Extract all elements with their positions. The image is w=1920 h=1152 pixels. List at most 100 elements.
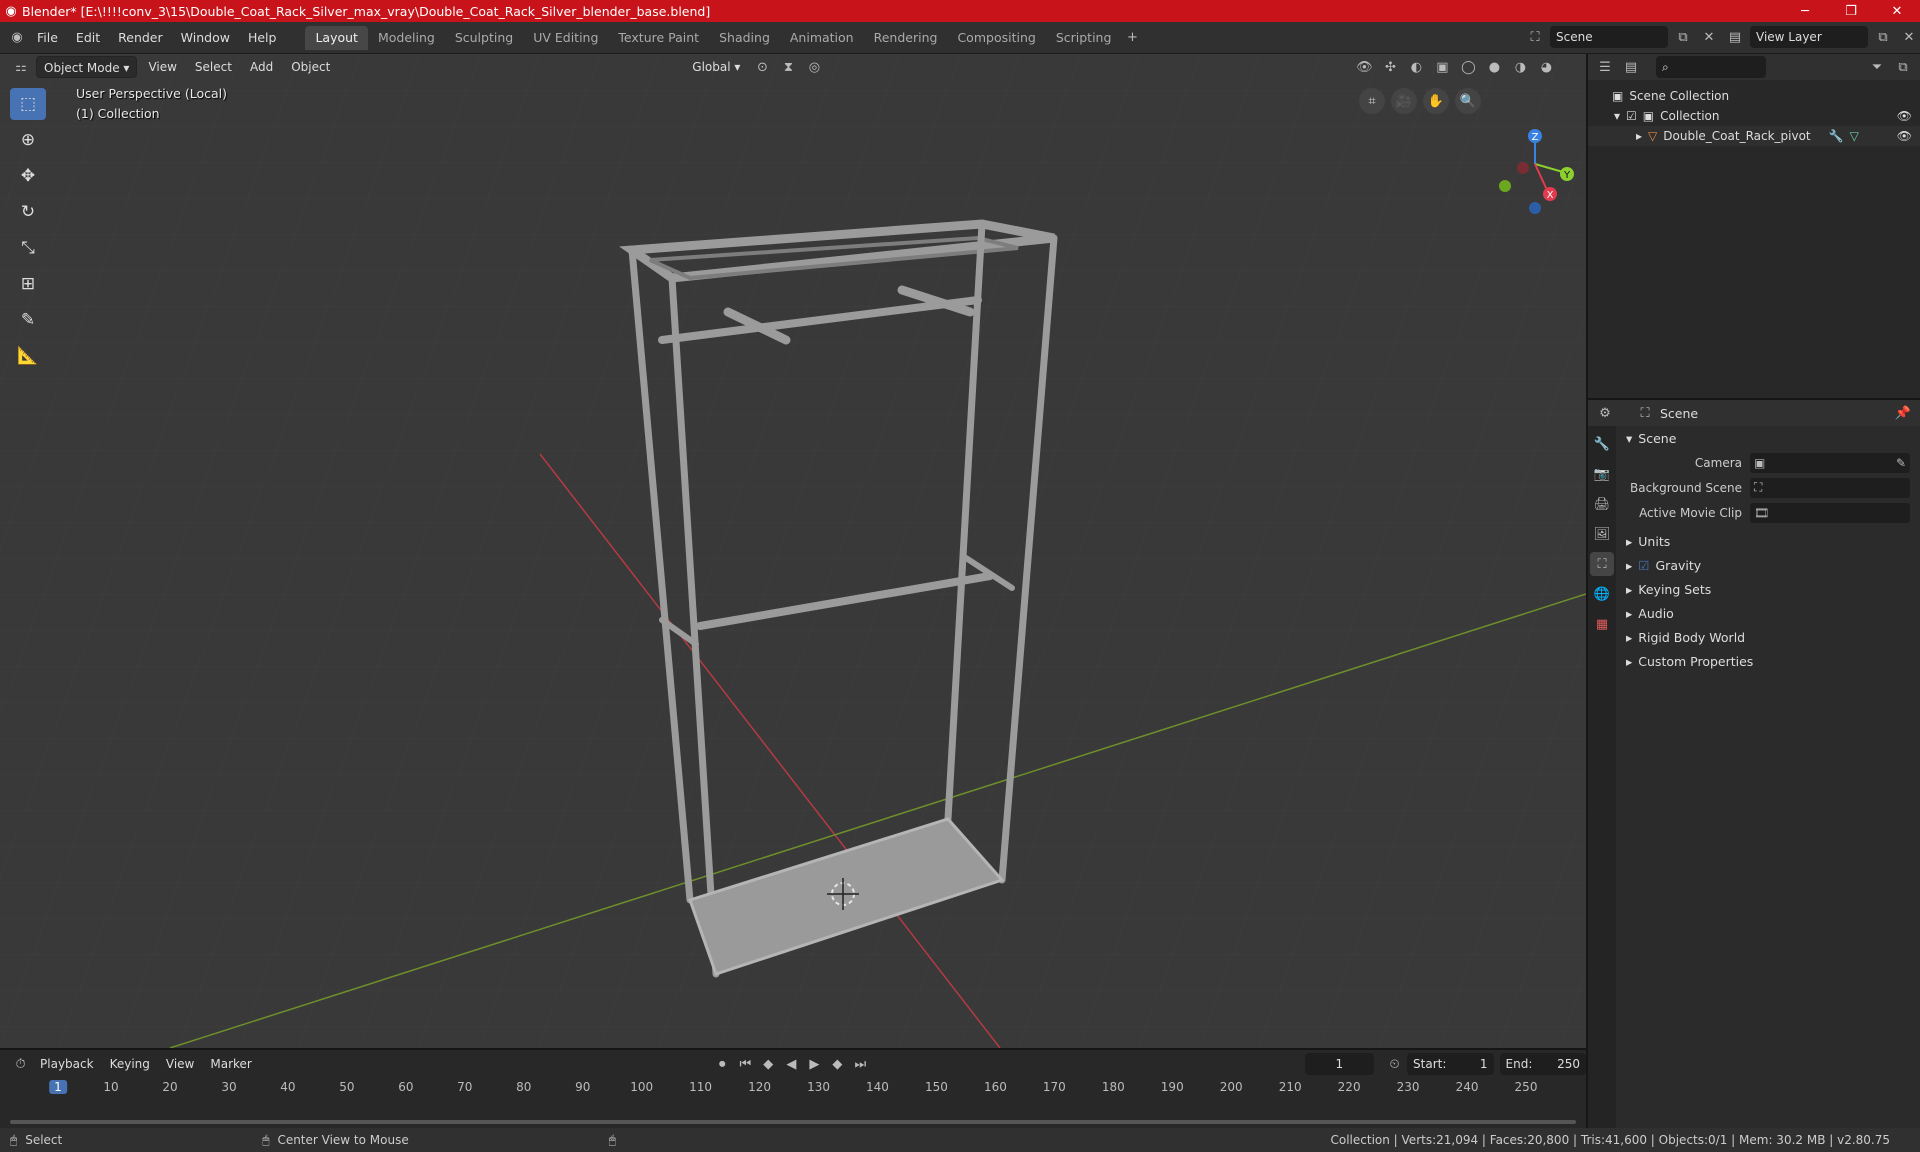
toggle-perspective-icon[interactable]: ⌗: [1359, 88, 1385, 114]
active-movie-clip-field[interactable]: 🎞: [1750, 502, 1910, 523]
visibility-icon[interactable]: 👁: [1353, 56, 1375, 78]
minimize-icon[interactable]: ─: [1782, 0, 1828, 22]
new-scene-icon[interactable]: ⧉: [1672, 26, 1694, 48]
viewport-menu-view[interactable]: View: [141, 56, 183, 78]
scene-tab-icon[interactable]: ⛶: [1590, 552, 1614, 576]
tab-animation[interactable]: Animation: [780, 26, 864, 50]
new-collection-icon[interactable]: ⧉: [1892, 56, 1914, 78]
gizmo-toggle-icon[interactable]: ✣: [1379, 56, 1401, 78]
tab-rendering[interactable]: Rendering: [864, 26, 948, 50]
select-box-icon[interactable]: ⬚: [10, 88, 46, 120]
view-layer-tab-icon[interactable]: 🖼: [1590, 522, 1614, 546]
next-keyframe-icon[interactable]: ◆: [827, 1053, 848, 1075]
measure-tool-icon[interactable]: 📐: [10, 340, 46, 372]
tab-modeling[interactable]: Modeling: [368, 26, 445, 50]
output-tab-icon[interactable]: 🖨: [1590, 492, 1614, 516]
menu-file[interactable]: File: [28, 26, 67, 50]
timeline-menu-playback[interactable]: Playback: [33, 1053, 101, 1075]
outliner-object[interactable]: ▸ ▽ Double_Coat_Rack_pivot 🔧 ▽ 👁: [1588, 126, 1920, 146]
move-tool-icon[interactable]: ✥: [10, 160, 46, 192]
pan-view-icon[interactable]: ✋: [1423, 88, 1449, 114]
menu-help[interactable]: Help: [239, 26, 286, 50]
view-layer-field[interactable]: View Layer: [1750, 26, 1868, 48]
viewport-menu-add[interactable]: Add: [243, 56, 280, 78]
jump-start-icon[interactable]: ⏮: [735, 1053, 756, 1075]
background-scene-field[interactable]: ⛶: [1750, 477, 1910, 498]
tab-scripting[interactable]: Scripting: [1046, 26, 1122, 50]
viewport-menu-select[interactable]: Select: [188, 56, 239, 78]
xray-icon[interactable]: ▣: [1431, 56, 1453, 78]
wireframe-shading-icon[interactable]: ◯: [1457, 56, 1479, 78]
outliner-search-input[interactable]: ⌕: [1656, 56, 1766, 78]
object-expand-icon[interactable]: ▸: [1636, 129, 1642, 143]
mesh-data-icon[interactable]: ▽: [1850, 129, 1859, 143]
object-mode-dropdown[interactable]: Object Mode ▾: [36, 56, 138, 78]
object-visibility-icon[interactable]: 👁: [1897, 129, 1912, 143]
menu-window[interactable]: Window: [172, 26, 239, 50]
start-frame-field[interactable]: Start: 1: [1407, 1053, 1494, 1075]
rotate-tool-icon[interactable]: ↻: [10, 196, 46, 228]
outliner-editor-type-icon[interactable]: ☰: [1594, 56, 1616, 78]
gravity-section[interactable]: ▸ ☑ Gravity: [1620, 553, 1920, 577]
tab-sculpting[interactable]: Sculpting: [445, 26, 523, 50]
transform-tool-icon[interactable]: ⊞: [10, 268, 46, 300]
viewport-menu-object[interactable]: Object: [284, 56, 337, 78]
solid-shading-icon[interactable]: ●: [1483, 56, 1505, 78]
scale-tool-icon[interactable]: ⤡: [10, 232, 46, 264]
eyedropper-icon[interactable]: ✎: [1896, 456, 1906, 470]
new-view-layer-icon[interactable]: ⧉: [1872, 26, 1894, 48]
tab-texture-paint[interactable]: Texture Paint: [608, 26, 709, 50]
gravity-checkbox[interactable]: ☑: [1638, 558, 1649, 573]
annotate-tool-icon[interactable]: ✎: [10, 304, 46, 336]
menu-render[interactable]: Render: [109, 26, 172, 50]
display-mode-icon[interactable]: ▤: [1620, 56, 1642, 78]
pivot-point-icon[interactable]: ⊙: [751, 56, 773, 78]
tool-tab-icon[interactable]: 🔧: [1590, 432, 1614, 456]
zoom-view-icon[interactable]: 🔍: [1455, 88, 1481, 114]
scene-field[interactable]: Scene: [1550, 26, 1668, 48]
texture-tab-icon[interactable]: ▦: [1590, 612, 1614, 636]
proportional-editing-icon[interactable]: ◎: [803, 56, 825, 78]
filter-icon[interactable]: ⏷: [1866, 56, 1888, 78]
view-layer-selector-icon[interactable]: ▤: [1724, 26, 1746, 48]
outliner-scene-collection[interactable]: ▣ Scene Collection: [1588, 86, 1920, 106]
timeline-menu-view[interactable]: View: [159, 1053, 201, 1075]
custom-properties-section[interactable]: ▸ Custom Properties: [1620, 649, 1920, 673]
timeline-scrollbar[interactable]: [10, 1120, 1576, 1124]
camera-view-icon[interactable]: 🎥: [1391, 88, 1417, 114]
prev-keyframe-icon[interactable]: ◆: [758, 1053, 779, 1075]
transform-orientation-dropdown[interactable]: Global ▾: [685, 56, 747, 78]
play-reverse-icon[interactable]: ◀: [781, 1053, 802, 1075]
3d-viewport[interactable]: Z Y X ⚏ Object Mode ▾ View Select Add Ob…: [0, 54, 1586, 1048]
audio-section[interactable]: ▸ Audio: [1620, 601, 1920, 625]
add-workspace-icon[interactable]: +: [1121, 27, 1143, 49]
snap-icon[interactable]: ⧗: [777, 56, 799, 78]
play-icon[interactable]: ▶: [804, 1053, 825, 1075]
rigid-body-world-section[interactable]: ▸ Rigid Body World: [1620, 625, 1920, 649]
delete-view-layer-icon[interactable]: ✕: [1898, 26, 1920, 48]
close-icon[interactable]: ✕: [1874, 0, 1920, 22]
timeline-editor-type-icon[interactable]: ⏱: [10, 1053, 31, 1075]
blender-menu-icon[interactable]: ◉: [6, 27, 28, 49]
delete-scene-icon[interactable]: ✕: [1698, 26, 1720, 48]
render-tab-icon[interactable]: 📷: [1590, 462, 1614, 486]
material-shading-icon[interactable]: ◑: [1509, 56, 1531, 78]
timeline-ruler[interactable]: 1 10 20 30 40 50 60 70 80 90 100 110 120 130 140 150 160…: [0, 1080, 1586, 1100]
camera-field[interactable]: ▣ ✎: [1750, 452, 1910, 473]
pin-icon[interactable]: 📌: [1892, 402, 1914, 424]
expand-arrow-icon[interactable]: ▾: [1614, 109, 1620, 123]
menu-edit[interactable]: Edit: [67, 26, 109, 50]
tab-compositing[interactable]: Compositing: [947, 26, 1045, 50]
scene-section-header[interactable]: ▾ Scene: [1620, 426, 1920, 450]
outliner-collection[interactable]: ▾ ☑ ▣ Collection 👁: [1588, 106, 1920, 126]
keying-sets-section[interactable]: ▸ Keying Sets: [1620, 577, 1920, 601]
collection-checkbox-icon[interactable]: ☑: [1626, 109, 1637, 123]
properties-editor-type-icon[interactable]: ⚙: [1594, 402, 1616, 424]
timeline-menu-keying[interactable]: Keying: [103, 1053, 157, 1075]
maximize-icon[interactable]: ❐: [1828, 0, 1874, 22]
tab-uv-editing[interactable]: UV Editing: [523, 26, 608, 50]
overlay-toggle-icon[interactable]: ◐: [1405, 56, 1427, 78]
tab-shading[interactable]: Shading: [709, 26, 780, 50]
jump-end-icon[interactable]: ⏭: [850, 1053, 871, 1075]
cursor-tool-icon[interactable]: ⊕: [10, 124, 46, 156]
